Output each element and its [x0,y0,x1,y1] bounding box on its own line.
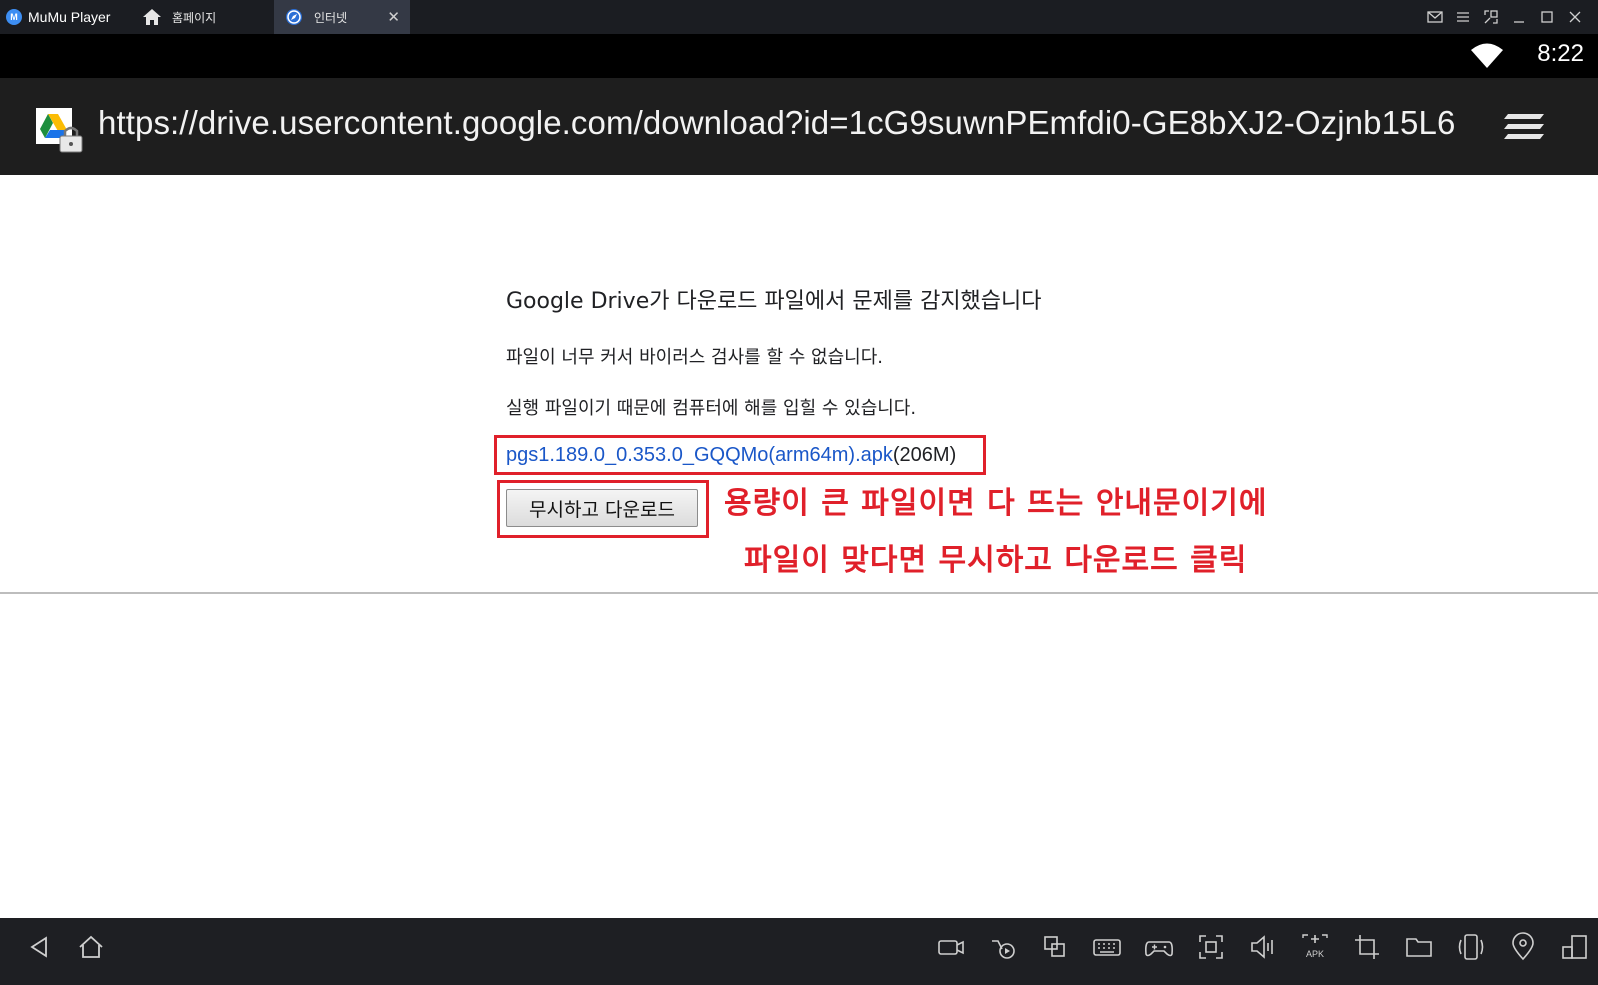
apk-install-icon[interactable]: APK [1300,932,1330,962]
file-size: (206M) [892,444,957,466]
sidebar-toggle-icon[interactable] [1560,932,1590,962]
file-name-link[interactable]: pgs1.189.0_0.353.0_GQQMo(arm64m).apk [506,444,893,466]
keyboard-icon[interactable] [1092,932,1122,962]
crop-icon[interactable] [1352,932,1382,962]
warning-line-1: 파일이 너무 커서 바이러스 검사를 할 수 없습니다. [506,347,883,368]
tab-internet-label: 인터넷 [314,10,348,25]
app-brand: M MuMu Player [6,0,110,34]
browser-address-bar: https://drive.usercontent.google.com/dow… [0,78,1598,175]
multi-instance-icon[interactable] [1040,932,1070,962]
url-text[interactable]: https://drive.usercontent.google.com/dow… [98,104,1455,142]
web-page: Google Drive가 다운로드 파일에서 문제를 감지했습니다 파일이 너… [0,175,1598,918]
location-icon[interactable] [1508,932,1538,962]
page-divider [0,592,1598,594]
google-drive-lock-icon [36,108,84,154]
volume-icon[interactable] [1248,932,1278,962]
close-icon[interactable] [1566,8,1584,26]
screenshot-icon[interactable] [988,932,1018,962]
emulator-toolbar: APK [0,918,1598,985]
expand-icon[interactable] [1482,8,1500,26]
mumu-logo-icon: M [6,9,22,25]
rotate-icon[interactable] [1456,932,1486,962]
home-icon[interactable] [76,932,106,962]
back-icon[interactable] [24,932,54,962]
home-icon [142,7,162,27]
status-clock: 8:22 [1537,40,1584,67]
download-anyway-button[interactable]: 무시하고 다운로드 [506,489,698,527]
menu-icon[interactable] [1454,8,1472,26]
maximize-icon[interactable] [1538,8,1556,26]
tab-close-icon[interactable]: ✕ [387,8,400,26]
wifi-icon [1470,43,1504,73]
mail-icon[interactable] [1426,8,1444,26]
browser-icon [284,7,304,27]
annotation-line-1: 용량이 큰 파일이면 다 뜨는 안내문이기에 [724,486,1268,521]
window-title-bar: M MuMu Player 홈페이지 인터넷 ✕ [0,0,1598,34]
window-controls [1426,0,1584,34]
android-status-bar: 8:22 [0,34,1598,78]
tab-home[interactable]: 홈페이지 [132,0,270,34]
warning-line-2: 실행 파일이기 때문에 컴퓨터에 해를 입힐 수 있습니다. [506,398,917,419]
video-record-icon[interactable] [936,932,966,962]
file-info: pgs1.189.0_0.353.0_GQQMo(arm64m).apk(206… [506,444,956,467]
page-title: Google Drive가 다운로드 파일에서 문제를 감지했습니다 [506,289,1042,314]
tab-home-label: 홈페이지 [172,10,217,25]
tab-internet[interactable]: 인터넷 ✕ [274,0,410,34]
fullscreen-icon[interactable] [1196,932,1226,962]
annotation-line-2: 파일이 맞다면 무시하고 다운로드 클릭 [744,543,1248,578]
folder-icon[interactable] [1404,932,1434,962]
hamburger-menu-icon[interactable] [1502,110,1546,144]
gamepad-icon[interactable] [1144,932,1174,962]
app-name: MuMu Player [28,9,111,25]
minimize-icon[interactable] [1510,8,1528,26]
apk-label: APK [1306,949,1324,959]
